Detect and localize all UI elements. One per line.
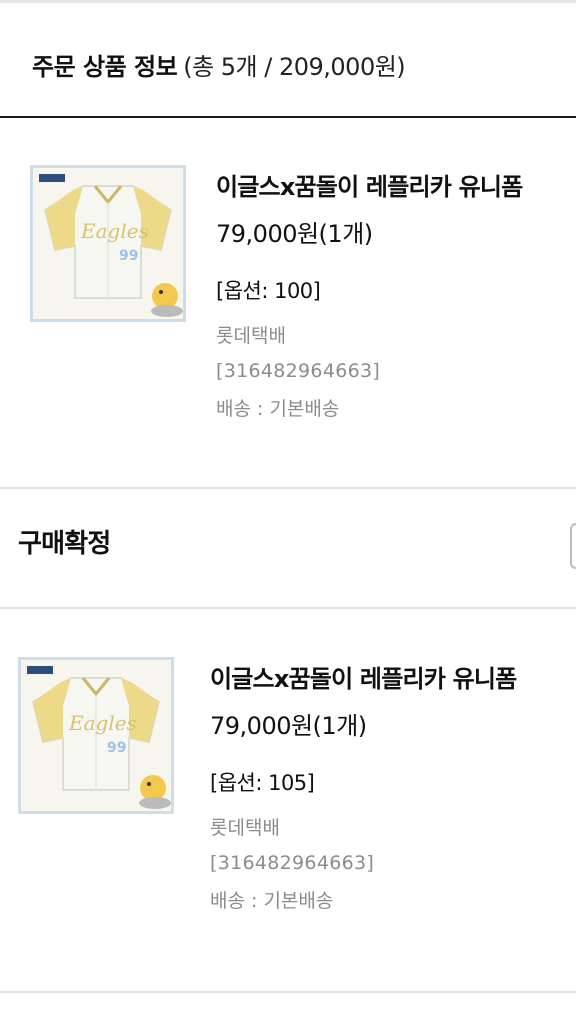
purchase-confirm-label[interactable]: 구매확정	[18, 523, 111, 560]
courier-name: 롯데택배	[210, 817, 280, 839]
jersey-number: 99	[119, 248, 138, 264]
side-scroll-handle[interactable]	[570, 523, 576, 569]
product-thumbnail[interactable]: Eagles 99	[18, 657, 174, 814]
svg-text:Eagles: Eagles	[80, 219, 149, 243]
brand-logo	[39, 174, 65, 182]
courier-name: 롯데택배	[216, 325, 286, 347]
brand-logo	[27, 666, 53, 674]
product-price: 79,000원(1개)	[216, 220, 373, 248]
shipping-method: 배송 : 기본배송	[210, 890, 334, 912]
order-item: Eagles 99 이글스x꿈돌이 레플리카 유니폼 79,000원(1개) […	[0, 609, 576, 991]
shipping-method: 배송 : 기본배송	[216, 398, 340, 420]
product-option: [옵션: 105]	[210, 771, 315, 795]
tracking-number[interactable]: [316482964663]	[210, 852, 516, 874]
item-info: 이글스x꿈돌이 레플리카 유니폼 79,000원(1개) [옵션: 100] 롯…	[216, 167, 523, 421]
product-price: 79,000원(1개)	[210, 712, 367, 740]
product-option: [옵션: 100]	[216, 279, 321, 303]
item-info: 이글스x꿈돌이 레플리카 유니폼 79,000원(1개) [옵션: 105] 롯…	[210, 659, 517, 913]
divider	[0, 991, 576, 993]
order-products-header: 주문 상품 정보 (총 5개 / 209,000원)	[0, 3, 576, 118]
order-item: Eagles 99 이글스x꿈돌이 레플리카 유니폼 79,000원(1개) […	[0, 120, 576, 487]
jersey-number: 99	[107, 740, 126, 756]
product-name-link[interactable]: 이글스x꿈돌이 레플리카 유니폼	[210, 659, 517, 694]
section-title-text: 주문 상품 정보	[32, 53, 178, 81]
tracking-number[interactable]: [316482964663]	[216, 360, 522, 382]
svg-text:Eagles: Eagles	[68, 711, 137, 735]
jersey-image: Eagles 99	[21, 660, 171, 811]
product-thumbnail[interactable]: Eagles 99	[30, 165, 186, 322]
order-detail-page: 주문 상품 정보 (총 5개 / 209,000원) Eagles 99 이글스x…	[0, 0, 576, 1024]
jersey-image: Eagles 99	[33, 168, 183, 319]
order-summary: (총 5개 / 209,000원)	[183, 53, 406, 81]
purchase-confirm-row[interactable]: 구매확정	[0, 489, 576, 609]
section-title: 주문 상품 정보 (총 5개 / 209,000원)	[32, 47, 406, 82]
product-name-link[interactable]: 이글스x꿈돌이 레플리카 유니폼	[216, 167, 523, 202]
